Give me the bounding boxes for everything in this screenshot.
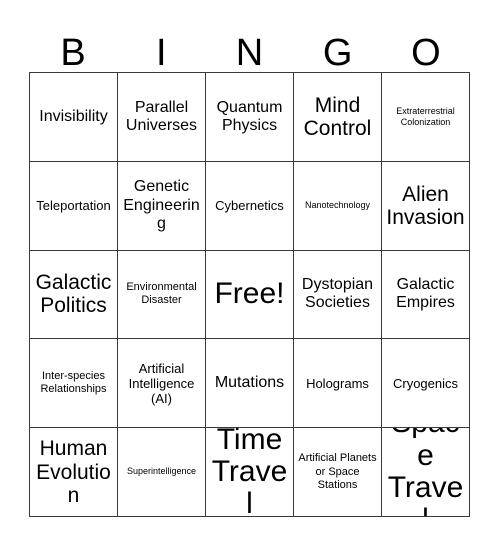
bingo-cell-label: Inter-species Relationships	[40, 370, 107, 396]
bingo-cell-label: Extraterrestrial Colonization	[396, 105, 455, 127]
bingo-cell-r5-c5[interactable]: Space Travel	[382, 428, 470, 517]
bingo-cell-label: Dystopian Societies	[301, 276, 374, 312]
bingo-cell-label: Quantum Physics	[216, 98, 283, 134]
bingo-header-row: B I N G O	[29, 22, 470, 72]
bingo-cell-label: Galactic Empires	[396, 276, 455, 312]
bingo-cell-label: Parallel Universes	[125, 98, 198, 134]
bingo-cell-r4-c1[interactable]: Inter-species Relationships	[30, 339, 118, 429]
bingo-cell-r2-c1[interactable]: Teleportation	[30, 161, 118, 251]
bingo-header-letter-i: I	[156, 32, 167, 74]
bingo-cell-label: Cybernetics	[215, 198, 284, 214]
bingo-cell-label: Genetic Engineering	[123, 178, 200, 232]
bingo-cell-r2-c4[interactable]: Nanotechnology	[294, 161, 382, 251]
bingo-header-letter-b: B	[60, 32, 86, 74]
bingo-cell-r5-c1[interactable]: Human Evolution	[30, 428, 118, 517]
bingo-header-letter-g: G	[322, 32, 353, 74]
bingo-cell-r4-c4[interactable]: Holograms	[294, 339, 382, 429]
bingo-header-letter-n: N	[235, 32, 264, 74]
bingo-cell-r5-c2[interactable]: Superintelligence	[118, 428, 206, 517]
bingo-cell-label: Artificial Planets or Space Stations	[298, 452, 377, 491]
bingo-cell-label: Mind Control	[303, 93, 372, 140]
bingo-cell-r4-c5[interactable]: Cryogenics	[382, 339, 470, 429]
bingo-cell-label: Teleportation	[36, 198, 111, 214]
bingo-cell-r1-c3[interactable]: Quantum Physics	[206, 73, 294, 162]
bingo-cell-label: Superintelligence	[126, 466, 197, 477]
bingo-cell-r3-c4[interactable]: Dystopian Societies	[294, 250, 382, 340]
bingo-cell-r1-c5[interactable]: Extraterrestrial Colonization	[382, 73, 470, 162]
bingo-cell-label: Nanotechnology	[304, 200, 371, 211]
bingo-cell-r2-c2[interactable]: Genetic Engineering	[118, 161, 206, 251]
bingo-cell-r1-c2[interactable]: Parallel Universes	[118, 73, 206, 162]
bingo-cell-r5-c4[interactable]: Artificial Planets or Space Stations	[294, 428, 382, 517]
bingo-cell-label: Cryogenics	[392, 375, 459, 391]
bingo-cell-r4-c3[interactable]: Mutations	[206, 339, 294, 429]
bingo-cell-r4-c2[interactable]: Artificial Intelligence (AI)	[118, 339, 206, 429]
bingo-cell-label: Alien Invasion	[386, 182, 465, 229]
bingo-cell-label: Environmental Disaster	[126, 281, 197, 307]
bingo-cell-r2-c5[interactable]: Alien Invasion	[382, 161, 470, 251]
bingo-cell-r3-c1[interactable]: Galactic Politics	[30, 250, 118, 340]
bingo-grid: Invisibility Parallel Universes Quantum Ph…	[29, 72, 470, 517]
bingo-cell-r1-c4[interactable]: Mind Control	[294, 73, 382, 162]
bingo-cell-label: Galactic Politics	[35, 271, 112, 318]
bingo-card: B I N G O Invisibility Parallel Universes…	[0, 0, 500, 544]
bingo-cell-free-space[interactable]: Free!	[206, 250, 294, 340]
bingo-cell-r3-c2[interactable]: Environmental Disaster	[118, 250, 206, 340]
bingo-cell-r2-c3[interactable]: Cybernetics	[206, 161, 294, 251]
bingo-cell-label: Mutations	[214, 374, 285, 392]
bingo-cell-r5-c3[interactable]: Time Travel	[206, 428, 294, 517]
bingo-cell-r3-c5[interactable]: Galactic Empires	[382, 250, 470, 340]
bingo-cell-label: Holograms	[306, 375, 369, 391]
bingo-cell-r1-c1[interactable]: Invisibility	[30, 73, 118, 162]
bingo-cell-label: Space Travel	[387, 428, 464, 516]
bingo-cell-label: Invisibility	[39, 107, 108, 125]
bingo-cell-label: Free!	[214, 277, 285, 311]
bingo-header-letter-o: O	[411, 32, 441, 74]
bingo-cell-label: Time Travel	[211, 428, 288, 517]
bingo-cell-label: Artificial Intelligence (AI)	[128, 360, 195, 406]
bingo-cell-label: Human Evolution	[36, 437, 111, 507]
